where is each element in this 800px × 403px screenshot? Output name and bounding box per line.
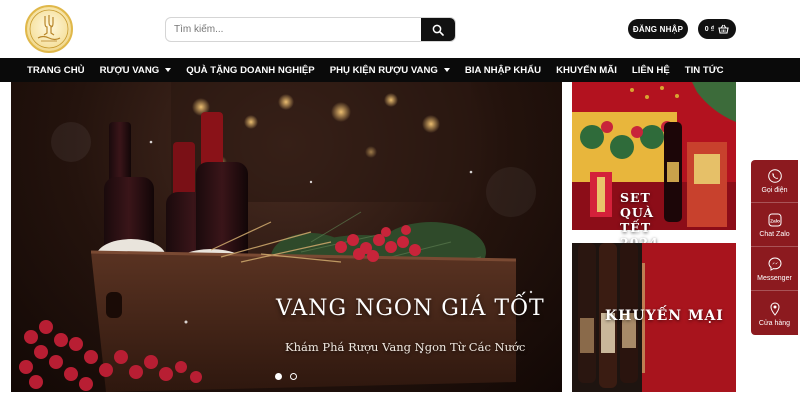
nav-item-label: KHUYẾN MÃI (556, 64, 617, 76)
nav-item-news[interactable]: TIN TỨC (685, 65, 724, 76)
search-icon (432, 24, 444, 36)
nav-item-label: TRANG CHỦ (27, 64, 85, 76)
site-logo[interactable] (25, 5, 73, 53)
zalo-icon: Zalo (767, 212, 783, 228)
nav-item-corporate-gifts[interactable]: QUÀ TẶNG DOANH NGHIỆP (186, 65, 314, 76)
nav-item-contact[interactable]: LIÊN HỆ (632, 65, 670, 76)
search-button[interactable] (421, 18, 455, 41)
nav-item-label: TIN TỨC (684, 64, 724, 76)
contact-zalo-button[interactable]: Zalo Chat Zalo (751, 204, 798, 247)
nav-item-wine[interactable]: RƯỢU VANG (100, 65, 172, 76)
nav-item-label: QUÀ TẶNG DOANH NGHIỆP (186, 64, 315, 76)
phone-icon (767, 168, 783, 184)
nav-item-label: BIA NHẬP KHẨU (464, 64, 542, 76)
site-header: ĐĂNG NHẬP 0 ₫ (0, 0, 800, 58)
nav-item-home[interactable]: TRANG CHỦ (27, 65, 85, 76)
contact-messenger-button[interactable]: Messenger (751, 248, 798, 291)
banner-tet-caption: SET QUÀ TẾT 2024 (620, 190, 690, 250)
contact-label: Messenger (757, 275, 792, 282)
hero-subtitle: Khám Phá Rượu Vang Ngon Từ Các Nước (285, 340, 526, 354)
contact-rail: Gọi điện Zalo Chat Zalo Messenger Cửa hà… (751, 160, 798, 335)
basket-icon (718, 24, 729, 34)
nav-item-beer[interactable]: BIA NHẬP KHẨU (465, 65, 541, 76)
banner-tet-line1: SET QUÀ (620, 190, 655, 220)
nav-item-accessories[interactable]: PHỤ KIỆN RƯỢU VANG (330, 65, 450, 76)
chevron-down-icon (443, 68, 450, 72)
nav-item-promotions[interactable]: KHUYẾN MÃI (556, 65, 617, 76)
location-pin-icon (767, 301, 783, 317)
nav-item-label: PHỤ KIỆN RƯỢU VANG (329, 64, 438, 76)
banner-promotion-label: KHUYẾN MẠI (605, 308, 724, 324)
contact-store-button[interactable]: Cửa hàng (751, 292, 798, 335)
cart-button[interactable]: 0 ₫ (698, 19, 736, 39)
cart-total: 0 ₫ (704, 25, 715, 33)
nav-item-label: LIÊN HỆ (631, 64, 670, 76)
wine-glass-logo-icon (29, 9, 69, 49)
chevron-down-icon (165, 68, 172, 72)
contact-label: Chat Zalo (759, 231, 790, 238)
search-input[interactable] (166, 18, 423, 41)
messenger-icon (767, 256, 783, 272)
hero-title: VANG NGON GIÁ TỐT (276, 296, 545, 321)
svg-text:Zalo: Zalo (770, 218, 780, 224)
login-button[interactable]: ĐĂNG NHẬP (628, 19, 688, 39)
search-box (165, 17, 456, 42)
nav-item-label: RƯỢU VANG (99, 64, 160, 76)
slider-dot-1[interactable] (275, 373, 282, 380)
contact-call-button[interactable]: Gọi điện (751, 160, 798, 203)
contact-label: Gọi điện (761, 187, 788, 194)
contact-label: Cửa hàng (758, 319, 791, 327)
slider-dot-2[interactable] (290, 373, 297, 380)
main-nav: TRANG CHỦ RƯỢU VANG QUÀ TẶNG DOANH NGHIỆ… (0, 58, 800, 82)
